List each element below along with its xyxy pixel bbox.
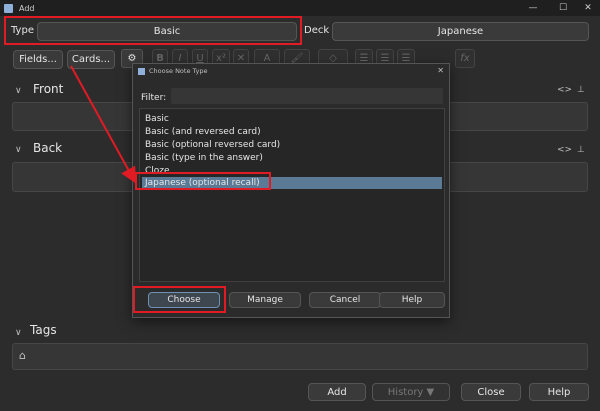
annotation-arrow — [70, 65, 136, 184]
